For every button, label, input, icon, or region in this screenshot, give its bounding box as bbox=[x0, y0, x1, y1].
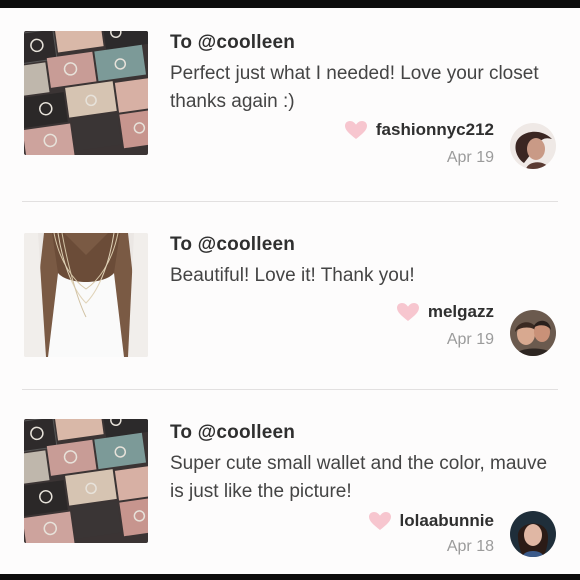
review-date: Apr 19 bbox=[446, 149, 494, 166]
heart-icon[interactable] bbox=[344, 120, 368, 140]
avatar-image bbox=[510, 310, 556, 356]
review-author-row[interactable]: fashionnyc212 bbox=[344, 120, 494, 140]
divider bbox=[22, 389, 558, 390]
review-author-row[interactable]: melgazz bbox=[396, 302, 494, 322]
review-message: Beautiful! Love it! Thank you! bbox=[170, 265, 415, 286]
top-bar bbox=[0, 0, 580, 8]
heart-icon[interactable] bbox=[396, 302, 420, 322]
necklace-photo-image bbox=[24, 233, 148, 357]
review-message: Super cute small wallet and the color, m… bbox=[170, 453, 548, 502]
review-recipient: To @coolleen bbox=[170, 32, 296, 53]
review-message: Perfect just what I needed! Love your cl… bbox=[170, 63, 539, 112]
review-feed: To @coolleen Perfect just what I needed!… bbox=[0, 8, 580, 574]
review-author-row[interactable]: lolaabunnie bbox=[368, 511, 494, 531]
heart-icon[interactable] bbox=[368, 511, 392, 531]
review-date: Apr 19 bbox=[446, 331, 494, 348]
user-avatar[interactable] bbox=[510, 310, 556, 356]
avatar-image bbox=[510, 123, 556, 169]
listing-thumbnail-wallets[interactable] bbox=[24, 419, 148, 543]
divider bbox=[22, 201, 558, 202]
review-recipient: To @coolleen bbox=[170, 234, 296, 255]
avatar-image bbox=[510, 511, 556, 557]
bottom-bar bbox=[0, 574, 580, 580]
wallets-photo-image bbox=[24, 31, 148, 155]
review-date: Apr 18 bbox=[446, 538, 494, 555]
listing-thumbnail-necklace[interactable] bbox=[24, 233, 148, 357]
wallets-photo-image bbox=[24, 419, 148, 543]
listing-thumbnail-wallets[interactable] bbox=[24, 31, 148, 155]
user-avatar[interactable] bbox=[510, 123, 556, 169]
user-avatar[interactable] bbox=[510, 511, 556, 557]
review-author-username[interactable]: fashionnyc212 bbox=[376, 120, 494, 140]
review-author-username[interactable]: lolaabunnie bbox=[400, 511, 494, 531]
review-author-username[interactable]: melgazz bbox=[428, 302, 494, 322]
review-recipient: To @coolleen bbox=[170, 422, 296, 443]
